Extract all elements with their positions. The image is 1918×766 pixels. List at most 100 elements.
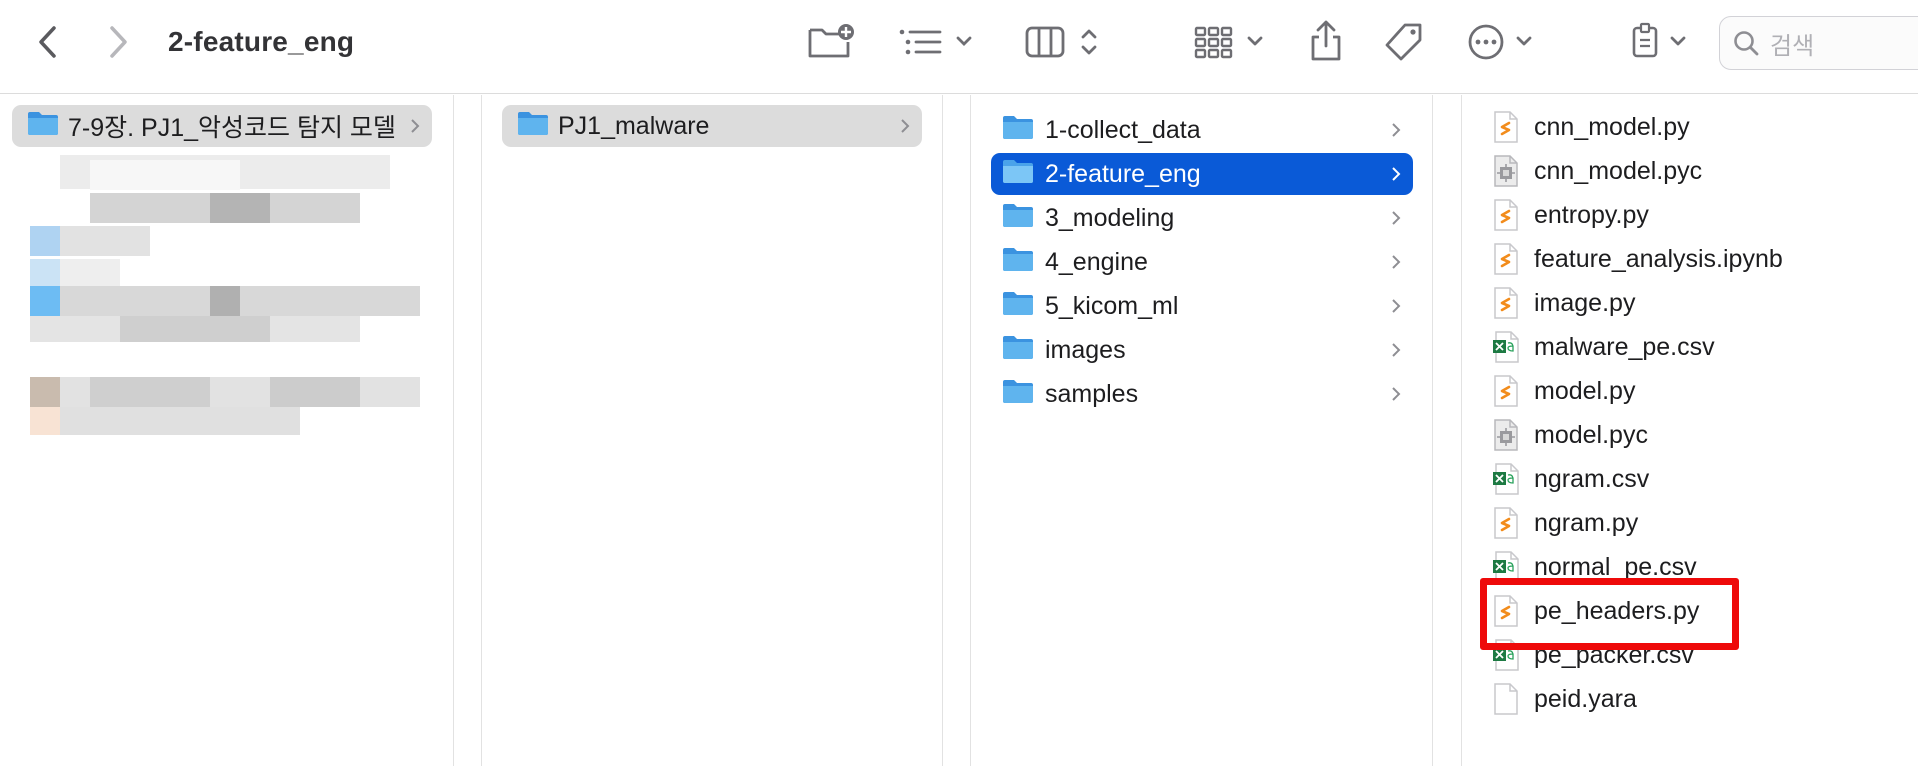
folder-row-chapter[interactable]: 7-9장. PJ1_악성코드 탐지 모델 <box>12 105 432 147</box>
file-row[interactable]: cnn_model.pyc <box>1492 151 1702 191</box>
search-icon <box>1734 31 1759 56</box>
file-row[interactable]: feature_analysis.ipynb <box>1492 239 1783 279</box>
file-row[interactable]: peid.yara <box>1492 679 1637 719</box>
folder-label: PJ1_malware <box>558 111 710 140</box>
python-file-icon <box>1492 287 1520 319</box>
folder-label: samples <box>1045 379 1139 408</box>
compiled-file-icon <box>1492 419 1520 451</box>
file-row[interactable]: model.pyc <box>1492 415 1648 455</box>
folder-label: 1-collect_data <box>1045 115 1201 144</box>
folder-label: 3_modeling <box>1045 203 1175 232</box>
file-label: image.py <box>1534 288 1636 317</box>
view-options-button[interactable] <box>898 18 978 66</box>
chevron-right-icon <box>1391 329 1401 371</box>
column-view-button[interactable] <box>1024 18 1104 66</box>
file-row[interactable]: image.py <box>1492 283 1635 323</box>
folder-row[interactable]: 4_engine <box>991 241 1413 283</box>
tag-button[interactable] <box>1380 18 1428 66</box>
folder-row[interactable]: 1-collect_data <box>991 109 1413 151</box>
file-row[interactable]: ngram.py <box>1492 503 1638 543</box>
chevron-right-icon <box>1391 241 1401 283</box>
folder-icon <box>26 109 60 144</box>
column-2: PJ1_malware <box>482 95 942 766</box>
file-label: cnn_model.py <box>1534 112 1690 141</box>
file-row[interactable]: entropy.py <box>1492 195 1649 235</box>
folder-row[interactable]: 5_kicom_ml <box>991 285 1413 327</box>
folder-label: 4_engine <box>1045 247 1148 276</box>
column-divider[interactable] <box>453 95 454 766</box>
file-label: malware_pe.csv <box>1534 332 1715 361</box>
columns-icon <box>1025 26 1097 58</box>
chevron-right-icon <box>110 26 127 58</box>
file-label: ngram.csv <box>1534 464 1650 493</box>
chevron-left-icon <box>39 26 56 58</box>
tag-icon <box>1385 23 1422 61</box>
chevron-right-icon <box>1391 373 1401 415</box>
folder-icon <box>1001 289 1035 324</box>
chevron-right-icon <box>900 105 910 147</box>
chevron-right-icon <box>1391 285 1401 327</box>
group-button[interactable] <box>1194 18 1268 66</box>
folder-icon <box>1001 157 1035 192</box>
python-file-icon <box>1492 243 1520 275</box>
highlight-box <box>1480 578 1739 650</box>
folder-row[interactable]: 3_modeling <box>991 197 1413 239</box>
folder-row-pj1-malware[interactable]: PJ1_malware <box>502 105 922 147</box>
list-icon <box>899 29 972 55</box>
chevron-right-icon <box>1391 197 1401 239</box>
folder-label: 7-9장. PJ1_악성코드 탐지 모델 <box>68 114 396 142</box>
file-label: model.pyc <box>1534 420 1648 449</box>
folder-icon <box>1001 113 1035 148</box>
folder-row[interactable]: 2-feature_eng <box>991 153 1413 195</box>
python-file-icon <box>1492 507 1520 539</box>
file-row[interactable]: cnn_model.py <box>1492 107 1690 147</box>
storage-button[interactable] <box>1628 18 1694 66</box>
search-field[interactable]: 검색 <box>1719 16 1918 70</box>
python-file-icon <box>1492 375 1520 407</box>
chevron-right-icon <box>410 105 420 147</box>
folder-icon <box>1001 377 1035 412</box>
column-divider[interactable] <box>942 95 943 766</box>
more-actions-button[interactable] <box>1466 18 1540 66</box>
file-label: peid.yara <box>1534 684 1637 713</box>
folder-icon <box>1001 245 1035 280</box>
python-file-icon <box>1492 199 1520 231</box>
plain-file-icon <box>1492 683 1520 715</box>
column-divider[interactable] <box>1461 95 1462 766</box>
new-folder-button[interactable] <box>806 18 856 66</box>
column-divider[interactable] <box>1432 95 1433 766</box>
search-placeholder: 검색 <box>1770 32 1815 60</box>
ellipsis-circle-icon <box>1468 24 1532 60</box>
chevron-right-icon <box>1391 153 1401 195</box>
forward-button[interactable] <box>98 20 138 64</box>
file-row[interactable]: malware_pe.csv <box>1492 327 1715 367</box>
python-file-icon <box>1492 111 1520 143</box>
chevron-right-icon <box>1391 109 1401 151</box>
folder-row[interactable]: samples <box>991 373 1413 415</box>
file-label: feature_analysis.ipynb <box>1534 244 1783 273</box>
folder-icon <box>1001 201 1035 236</box>
share-icon <box>1311 20 1341 61</box>
folder-row[interactable]: images <box>991 329 1413 371</box>
file-label: ngram.py <box>1534 508 1639 537</box>
finder-toolbar: 2-feature_eng 검색 <box>0 0 1918 94</box>
grid-icon <box>1194 26 1263 59</box>
folder-label: images <box>1045 335 1126 364</box>
file-label: model.py <box>1534 376 1636 405</box>
file-row[interactable]: model.py <box>1492 371 1635 411</box>
drive-icon <box>1632 22 1686 58</box>
folder-label: 5_kicom_ml <box>1045 291 1179 320</box>
file-label: cnn_model.pyc <box>1534 156 1703 185</box>
share-button[interactable] <box>1306 16 1346 66</box>
folder-icon <box>516 109 550 144</box>
excel-file-icon <box>1492 463 1520 495</box>
compiled-file-icon <box>1492 155 1520 187</box>
folder-icon <box>1001 333 1035 368</box>
folder-label: 2-feature_eng <box>1045 159 1201 188</box>
window-title: 2-feature_eng <box>168 26 355 57</box>
file-row[interactable]: ngram.csv <box>1492 459 1649 499</box>
column-3: 1-collect_data 2-feature_eng 3_modeling 4_e… <box>971 95 1431 766</box>
back-button[interactable] <box>28 20 68 64</box>
excel-file-icon <box>1492 331 1520 363</box>
file-label: entropy.py <box>1534 200 1649 229</box>
